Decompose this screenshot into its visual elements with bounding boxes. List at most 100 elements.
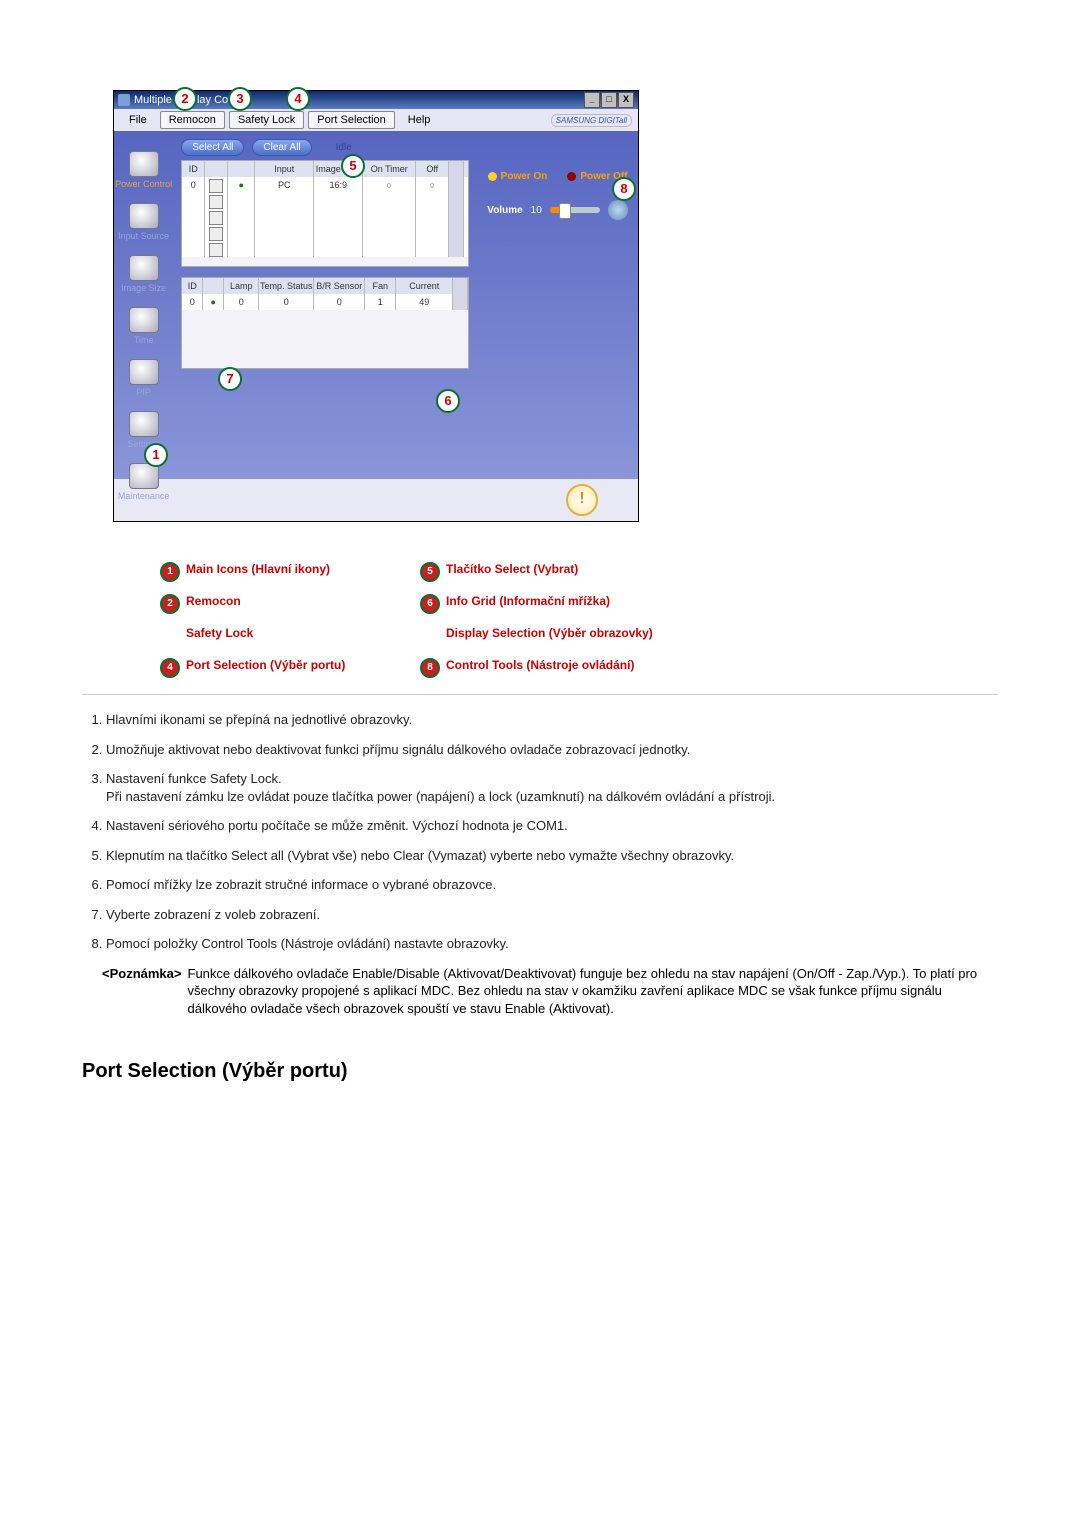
menu-file[interactable]: File [120,111,156,129]
volume-value: 10 [531,205,542,216]
cell-temp-status: 0 [259,294,314,310]
callout-3: 3 [228,87,252,111]
cell-fan: 1 [365,294,396,310]
status-bar: ! [114,479,638,521]
power-icon [129,151,159,177]
sidebar: Power Control Input Source Image Size Ti… [114,131,173,479]
clear-all-button[interactable]: Clear All [252,139,311,156]
legend-number: 1 [160,562,180,582]
legend-number: 5 [420,562,440,582]
col-check [203,278,224,294]
list-item: Nastavení funkce Safety Lock. Při nastav… [106,770,998,805]
speaker-icon [608,200,628,220]
note-body: Funkce dálkového ovladače Enable/Disable… [188,965,999,1018]
grid-header: ID Input Image Size On Timer Off Timer [182,161,468,177]
grid-header: ID Lamp Temp. Status B/R Sensor Fan Curr… [182,278,468,294]
list-item: Pomocí mřížky lze zobrazit stručné infor… [106,876,998,894]
menu-port-selection[interactable]: Port Selection [308,111,394,129]
sidebar-item-label: Image Size [121,283,166,293]
table-row[interactable] [182,209,468,225]
power-off-icon [567,172,576,181]
legend-number: 6 [420,594,440,614]
col-off-timer: Off Timer [416,161,449,177]
callout-6: 6 [436,389,460,413]
list-item: Nastavení sériového portu počítače se mů… [106,817,998,835]
table-row[interactable] [182,225,468,241]
menu-safety-lock[interactable]: Safety Lock [229,111,304,129]
legend-item: 6Info Grid (Informační mřížka) [420,594,680,614]
power-controls: Power On Power Off [487,171,628,182]
sidebar-item-pip[interactable]: PIP [129,359,159,397]
callout-1: 1 [144,443,168,467]
legend-item: 8 Control Tools (Nástroje ovládání) [420,658,680,678]
cell-status: ● [203,294,224,310]
app-window: Multiple Display Control _ □ X File Remo… [113,90,639,522]
time-icon [129,307,159,333]
sidebar-item-label: PIP [136,387,151,397]
cell-check[interactable] [205,177,228,193]
sidebar-item-power-control[interactable]: Power Control [115,151,172,189]
list-item: Pomocí položky Control Tools (Nástroje o… [106,935,998,953]
display-info-grid: ID Input Image Size On Timer Off Timer 0 [181,160,469,267]
cell-current-temp: 49 [396,294,453,310]
app-body: Power Control Input Source Image Size Ti… [114,131,638,479]
legend-item: 5 Tlačítko Select (Vybrat) [420,562,680,582]
sidebar-item-input-source[interactable]: Input Source [118,203,169,241]
legend-number: 8 [420,658,440,678]
col-remote [228,161,255,177]
sidebar-item-label: Power Control [115,179,172,189]
pip-icon [129,359,159,385]
legend-item: 2Remocon [160,594,420,614]
sidebar-item-label: Input Source [118,231,169,241]
list-item: Vyberte zobrazení z voleb zobrazení. [106,906,998,924]
main-area: Select All Clear All Idle ID Input Image… [173,131,477,479]
volume-label: Volume [487,205,522,216]
cell-lamp: 0 [224,294,259,310]
note-block: <Poznámka> Funkce dálkového ovladače Ena… [82,965,998,1018]
menu-remocon[interactable]: Remocon [160,111,225,129]
close-button[interactable]: X [618,92,634,108]
cell-remote: ● [228,177,255,193]
legend-item: Safety Lock [160,626,420,646]
table-row[interactable] [182,193,468,209]
legend-text: Tlačítko Select (Vybrat) [446,562,578,576]
sidebar-item-label: Maintenance [118,491,170,501]
sidebar-item-time[interactable]: Time [129,307,159,345]
callout-7: 7 [218,367,242,391]
maximize-button[interactable]: □ [601,92,617,108]
cell-on-timer: ○ [363,177,416,193]
legend-text: Control Tools (Nástroje ovládání) [446,658,634,672]
sidebar-item-image-size[interactable]: Image Size [121,255,166,293]
volume-slider[interactable] [550,207,600,213]
col-lamp: Lamp [224,278,259,294]
menu-help[interactable]: Help [399,111,440,129]
sidebar-item-label: Time [134,335,154,345]
table-row[interactable]: 0 ● PC 16:9 ○ ○ [182,177,468,193]
cell-off-timer: ○ [416,177,449,193]
legend-number [420,626,440,646]
volume-knob[interactable] [559,203,571,219]
list-item: Hlavními ikonami se přepíná na jednotliv… [106,711,998,729]
col-id: ID [182,161,205,177]
legend-item: 4Port Selection (Výběr portu) [160,658,420,678]
power-on-button[interactable]: Power On [488,171,548,182]
idle-label: Idle [336,142,352,153]
callout-4: 4 [286,87,310,111]
legend-text: Port Selection (Výběr portu) [186,658,345,672]
table-row[interactable]: 0 ● 0 0 0 1 49 [182,294,468,310]
section-heading: Port Selection (Výběr portu) [82,1060,998,1083]
image-size-icon [129,255,159,281]
legend-number: 2 [160,594,180,614]
callout-8: 8 [612,177,636,201]
sidebar-item-maintenance[interactable]: Maintenance [118,463,170,501]
cell-id: 0 [182,177,205,193]
select-all-button[interactable]: Select All [181,139,244,156]
minimize-button[interactable]: _ [584,92,600,108]
warning-icon: ! [566,484,598,516]
table-row[interactable] [182,241,468,257]
callout-5: 5 [341,154,365,178]
window-controls: _ □ X [584,92,634,108]
settings-icon [129,411,159,437]
callout-legend: 1Main Icons (Hlavní ikony) 5Tlačítko Sel… [160,562,1080,678]
toolbar: Select All Clear All Idle [181,139,469,156]
